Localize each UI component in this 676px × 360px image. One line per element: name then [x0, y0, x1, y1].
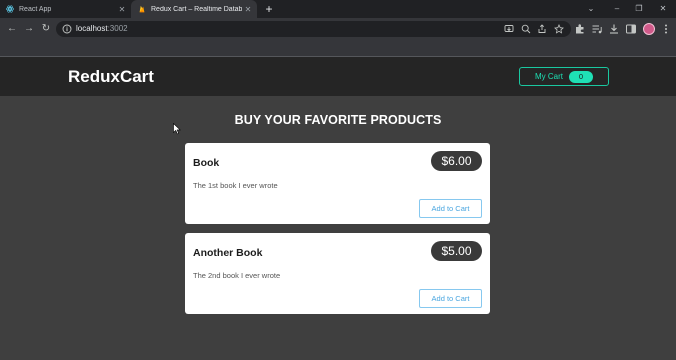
browser-tab-redux-cart[interactable]: Redux Cart – Realtime Database ✕	[131, 0, 257, 18]
more-menu-icon[interactable]	[660, 23, 672, 35]
info-icon[interactable]	[62, 24, 72, 34]
tab-search-icon[interactable]: ⌄	[580, 0, 602, 18]
product-name: Book	[193, 157, 220, 169]
minimize-button[interactable]: –	[606, 0, 628, 18]
tab-title: Redux Cart – Realtime Database	[151, 5, 242, 13]
address-bar[interactable]: localhost:3002	[56, 21, 571, 37]
tab-title: React App	[19, 5, 52, 13]
app-header: ReduxCart My Cart 0	[0, 57, 676, 96]
mouse-cursor-icon	[173, 123, 181, 135]
restore-button[interactable]: ❐	[628, 0, 650, 18]
page-title: BUY YOUR FAVORITE PRODUCTS	[234, 113, 442, 127]
browser-tab-strip: React App ✕ Redux Cart – Realtime Databa…	[0, 0, 676, 18]
media-queue-icon[interactable]	[591, 23, 603, 35]
url-port: :3002	[107, 24, 128, 33]
new-tab-button[interactable]: +	[262, 2, 276, 16]
product-name: Another Book	[193, 247, 263, 259]
browser-tab-react-app[interactable]: React App ✕	[0, 0, 131, 18]
window-close-button[interactable]: ✕	[652, 0, 674, 18]
extensions-icon[interactable]	[574, 23, 586, 35]
product-description: The 1st book I ever wrote	[193, 181, 278, 190]
bookmarks-bar	[0, 40, 676, 57]
react-icon	[6, 5, 14, 13]
cart-count-badge: 0	[569, 70, 593, 83]
url-host: localhost	[76, 24, 108, 33]
zoom-icon[interactable]	[521, 24, 531, 34]
reload-icon[interactable]: ↻	[39, 22, 53, 36]
product-card: Another Book $5.00 The 2nd book I ever w…	[185, 233, 490, 314]
close-icon[interactable]: ✕	[116, 5, 128, 14]
url-text: localhost:3002	[76, 24, 128, 34]
download-icon[interactable]	[608, 23, 620, 35]
firebase-icon	[139, 5, 145, 13]
forward-icon[interactable]: →	[22, 22, 36, 36]
back-icon[interactable]: ←	[5, 22, 19, 36]
add-to-cart-button[interactable]: Add to Cart	[419, 199, 482, 218]
add-to-cart-button[interactable]: Add to Cart	[419, 289, 482, 308]
close-icon[interactable]: ✕	[242, 5, 254, 14]
brand-logo: ReduxCart	[68, 67, 154, 86]
browser-toolbar: ← → ↻ localhost:3002	[0, 18, 676, 40]
share-icon[interactable]	[537, 24, 547, 34]
product-description: The 2nd book I ever wrote	[193, 271, 281, 280]
price-badge: $5.00	[431, 241, 482, 261]
side-panel-icon[interactable]	[625, 23, 637, 35]
install-app-icon[interactable]	[504, 24, 514, 34]
profile-avatar[interactable]	[643, 23, 655, 35]
cart-label: My Cart	[535, 72, 563, 81]
bookmark-star-icon[interactable]	[554, 24, 564, 34]
product-card: Book $6.00 The 1st book I ever wrote Add…	[185, 143, 490, 224]
my-cart-button[interactable]: My Cart 0	[519, 67, 609, 86]
price-badge: $6.00	[431, 151, 482, 171]
